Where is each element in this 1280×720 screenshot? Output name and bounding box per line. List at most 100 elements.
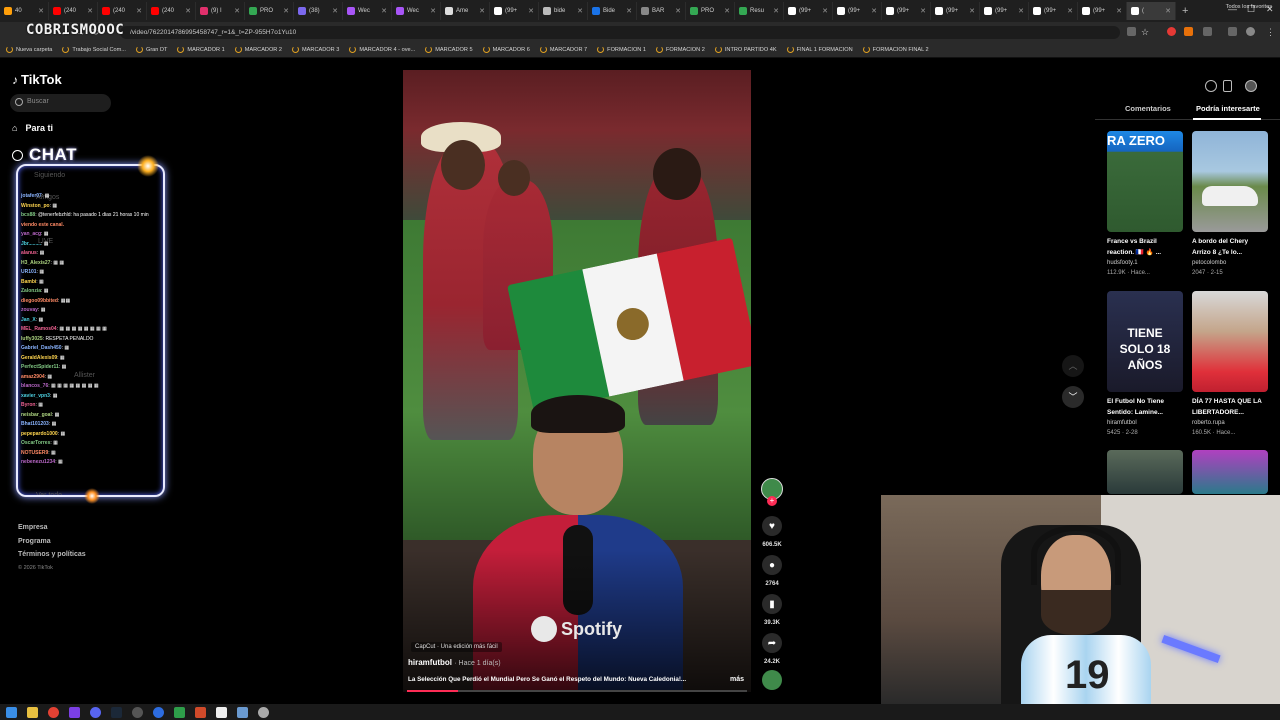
browser-tab[interactable]: (240 ✕ [49, 2, 98, 20]
browser-tab[interactable]: (240 ✕ [98, 2, 147, 20]
bookmark-item[interactable]: MARCADOR 2 [234, 46, 282, 53]
tab-close-icon[interactable]: ✕ [969, 7, 975, 15]
browser-tab[interactable]: (9) I ✕ [196, 2, 245, 20]
card-user[interactable]: petocolombo [1192, 258, 1268, 268]
browser-tab[interactable]: Resu ✕ [735, 2, 784, 20]
browser-tab[interactable]: (38) ✕ [294, 2, 343, 20]
tab-close-icon[interactable]: ✕ [724, 7, 730, 15]
app-icon[interactable] [216, 706, 227, 718]
bookmark-item[interactable]: MARCADOR 1 [177, 46, 225, 53]
related-video-card[interactable] [1107, 450, 1183, 494]
tab-close-icon[interactable]: ✕ [1165, 7, 1171, 15]
tab-close-icon[interactable]: ✕ [577, 7, 583, 15]
browser-tab[interactable]: PRO ✕ [245, 2, 294, 20]
related-video-card[interactable]: TIENE SOLO 18 AÑOS El Futbol No Tiene Se… [1107, 291, 1183, 438]
browser-tab[interactable]: (99+ ✕ [1029, 2, 1078, 20]
browser-tab[interactable]: (✕ [1127, 2, 1176, 20]
bookmark-star-icon[interactable]: ☆ [1141, 27, 1149, 38]
device-icon[interactable] [1223, 80, 1232, 92]
tab-close-icon[interactable]: ✕ [234, 7, 240, 15]
extension-icon[interactable] [1167, 27, 1176, 36]
bookmark-item[interactable]: FORMACION 2 [656, 46, 705, 53]
previous-video-button[interactable]: ︿ [1062, 355, 1084, 377]
tab-close-icon[interactable]: ✕ [871, 7, 877, 15]
bookmark-item[interactable]: FORMACION 1 [597, 46, 646, 53]
browser-tab[interactable]: (99+ ✕ [784, 2, 833, 20]
next-video-button[interactable]: ﹀ [1062, 386, 1084, 408]
browser-tab[interactable]: PRO ✕ [686, 2, 735, 20]
app-icon[interactable] [153, 706, 164, 718]
profile-avatar[interactable] [1246, 27, 1255, 36]
sidebar-nav-ghost-item[interactable]: Siguiendo [34, 172, 65, 179]
sidebar-nav-ghost-item[interactable]: Allister [74, 372, 95, 379]
video-thumbnail[interactable]: TIENE SOLO 18 AÑOS [1107, 291, 1183, 392]
user-avatar[interactable] [1245, 80, 1257, 92]
browser-tab[interactable]: Ame ✕ [441, 2, 490, 20]
bookmark-item[interactable]: MARCADOR 6 [482, 46, 530, 53]
sound-disc-avatar[interactable] [762, 670, 782, 690]
discord-icon[interactable] [90, 706, 101, 718]
browser-tab[interactable]: 40 ✕ [0, 2, 49, 20]
tab-close-icon[interactable]: ✕ [332, 7, 338, 15]
bookmark-item[interactable]: Trabajo Social Com... [62, 46, 126, 53]
browser-tab[interactable]: (99+ ✕ [490, 2, 539, 20]
tab-close-icon[interactable]: ✕ [430, 7, 436, 15]
url-field[interactable]: /video/7622014786995458747_r=1&_t=ZP-955… [120, 26, 1120, 39]
bookmark-item[interactable]: MARCADOR 3 [292, 46, 339, 53]
cast-icon[interactable] [1127, 27, 1136, 36]
video-thumbnail[interactable]: RA ZERO [1107, 131, 1183, 232]
start-icon[interactable] [6, 706, 17, 718]
share-button[interactable]: ➦ [762, 633, 782, 653]
tab-close-icon[interactable]: ✕ [528, 7, 534, 15]
bookmark-item[interactable]: FINAL 1 FORMACION [786, 46, 853, 53]
tab-close-icon[interactable]: ✕ [1067, 7, 1073, 15]
tab-close-icon[interactable]: ✕ [479, 7, 485, 15]
video-author[interactable]: hiramfutbol · Hace 1 día(s) [408, 658, 501, 667]
sidebar-nav-ghost-item[interactable]: Ver todo [36, 492, 62, 495]
bookmark-item[interactable]: Gran DT [135, 46, 167, 53]
follow-plus-icon[interactable]: + [767, 496, 777, 506]
bookmark-item[interactable]: MARCADOR 5 [425, 46, 473, 53]
tab-comments[interactable]: Comentarios [1125, 104, 1171, 113]
tab-close-icon[interactable]: ✕ [773, 7, 779, 15]
browser-tab[interactable]: Bide ✕ [588, 2, 637, 20]
browser-tab[interactable]: BAR ✕ [637, 2, 686, 20]
file-explorer-icon[interactable] [27, 706, 38, 718]
browser-tab[interactable]: (99+ ✕ [931, 2, 980, 20]
extensions-puzzle-icon[interactable] [1203, 27, 1212, 36]
browser-tab[interactable]: bide ✕ [539, 2, 588, 20]
save-button[interactable]: ▮ [762, 594, 782, 614]
tiktok-logo[interactable]: ♪ TikTok [12, 72, 62, 87]
search-input[interactable]: Buscar [10, 94, 111, 112]
app-icon[interactable] [237, 706, 248, 718]
video-thumbnail[interactable] [1107, 450, 1183, 494]
related-video-card[interactable] [1192, 450, 1268, 494]
caption-more-button[interactable]: más [730, 676, 744, 683]
comment-button[interactable]: ● [762, 555, 782, 575]
compass-icon[interactable] [1205, 80, 1217, 92]
browser-tab[interactable]: (99+ ✕ [980, 2, 1029, 20]
extension-icon[interactable] [1184, 27, 1193, 36]
browser-tab[interactable]: (240 ✕ [147, 2, 196, 20]
new-tab-button[interactable]: + [1176, 5, 1194, 17]
obs-icon[interactable] [132, 706, 143, 718]
app-icon[interactable] [174, 706, 185, 718]
tab-close-icon[interactable]: ✕ [675, 7, 681, 15]
video-thumbnail[interactable] [1192, 291, 1268, 392]
browser-tab[interactable]: Wec ✕ [392, 2, 441, 20]
all-favorites-folder[interactable]: Todos los favoritos [1226, 4, 1272, 10]
capcut-label[interactable]: CapCut · Una edición más fácil [411, 642, 502, 652]
browser-tab[interactable]: Wec ✕ [343, 2, 392, 20]
like-button[interactable]: ♥ [762, 516, 782, 536]
video-player[interactable]: Spotify CapCut · Una edición más fácil h… [403, 70, 751, 692]
nav-explore[interactable]: CHAT [12, 145, 77, 165]
related-video-card[interactable]: RA ZERO France vs Brazil reaction. 🇫🇷 🔥 … [1107, 131, 1183, 278]
tab-close-icon[interactable]: ✕ [87, 7, 93, 15]
tab-close-icon[interactable]: ✕ [38, 7, 44, 15]
bookmark-item[interactable]: MARCADOR 7 [539, 46, 587, 53]
browser-tab[interactable]: (99+ ✕ [1078, 2, 1127, 20]
tab-close-icon[interactable]: ✕ [920, 7, 926, 15]
video-thumbnail[interactable] [1192, 131, 1268, 232]
browser-tab[interactable]: (99+ ✕ [882, 2, 931, 20]
tab-close-icon[interactable]: ✕ [822, 7, 828, 15]
